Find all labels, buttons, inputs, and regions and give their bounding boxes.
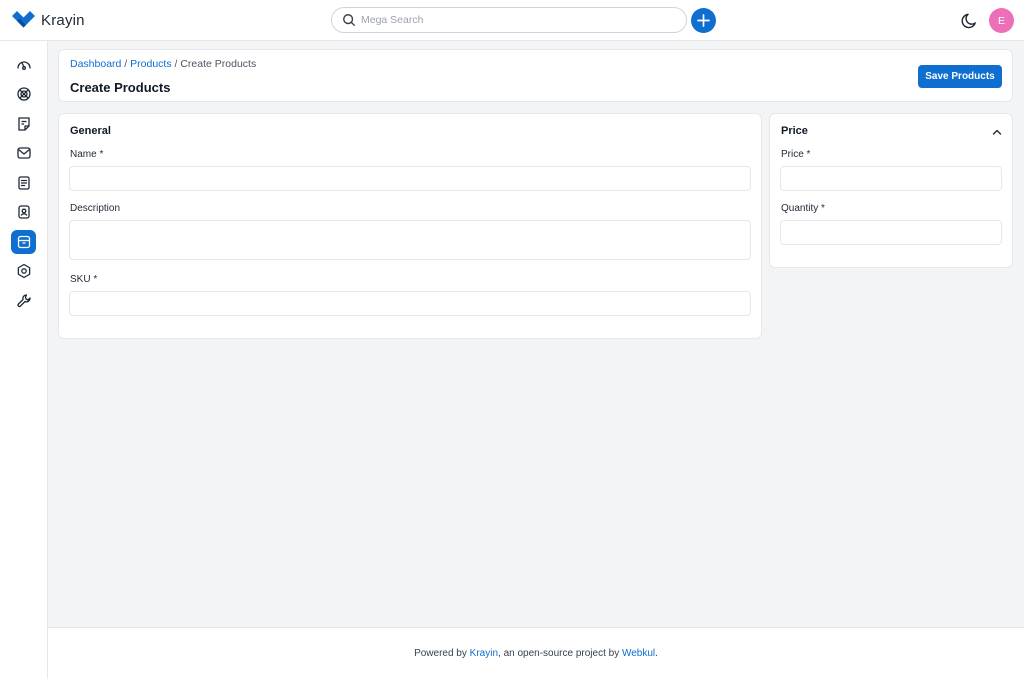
name-label: Name * [70, 149, 104, 160]
breadcrumb-separator: / [124, 58, 128, 70]
page-header: Dashboard / Products / Create Products C… [58, 49, 1013, 102]
footer: Powered by Krayin, an open-source projec… [48, 627, 1024, 679]
sidebar-item-mail[interactable] [11, 141, 36, 165]
sidebar-item-leads[interactable] [11, 82, 36, 106]
krayin-logo-icon [12, 11, 35, 28]
sidebar-item-quotes[interactable] [11, 112, 36, 136]
product-icon [17, 235, 30, 249]
sidebar [0, 41, 48, 679]
sidebar-item-dashboard[interactable] [11, 53, 36, 77]
search-icon [343, 14, 356, 27]
sidebar-item-products[interactable] [11, 230, 36, 254]
sku-label: SKU * [70, 274, 98, 285]
app-name: Krayin [41, 11, 85, 29]
activity-icon [17, 176, 30, 190]
quantity-label: Quantity * [781, 203, 825, 214]
breadcrumb-products[interactable]: Products [130, 58, 171, 70]
general-section-title: General [70, 125, 111, 137]
app-logo[interactable]: Krayin [12, 11, 85, 29]
quick-add-button[interactable] [691, 8, 716, 33]
wrench-icon [16, 294, 31, 308]
save-products-button[interactable]: Save Products [918, 65, 1002, 88]
sidebar-item-settings[interactable] [11, 259, 36, 283]
sku-input[interactable] [69, 291, 751, 316]
footer-suffix: . [655, 648, 658, 659]
price-section-title: Price [781, 125, 808, 137]
name-input[interactable] [69, 166, 751, 191]
gauge-icon [16, 61, 31, 70]
leads-icon [16, 87, 31, 101]
sidebar-item-configuration[interactable] [11, 289, 36, 313]
price-label: Price * [781, 149, 811, 160]
footer-webkul-link[interactable]: Webkul [622, 648, 655, 659]
user-avatar[interactable]: E [989, 8, 1014, 33]
top-bar: Krayin E [0, 0, 1024, 41]
description-label: Description [70, 203, 121, 214]
breadcrumb-separator: / [174, 58, 178, 70]
breadcrumb-current: Create Products [180, 58, 257, 70]
description-textarea[interactable] [69, 220, 751, 260]
page-title: Create Products [70, 80, 171, 95]
price-section: Price Price * Quantity * [769, 113, 1013, 268]
mail-icon [16, 147, 31, 159]
mega-search[interactable] [331, 7, 687, 33]
quote-icon [17, 117, 30, 131]
plus-icon [697, 14, 710, 27]
avatar-initial: E [997, 14, 1005, 27]
moon-icon[interactable] [961, 12, 978, 29]
footer-krayin-link[interactable]: Krayin [470, 648, 498, 659]
breadcrumb: Dashboard / Products / Create Products [70, 58, 256, 70]
footer-middle: , an open-source project by [498, 648, 620, 659]
footer-prefix: Powered by [414, 648, 467, 659]
sidebar-item-contacts[interactable] [11, 200, 36, 224]
gear-icon [17, 263, 30, 279]
chevron-up-icon[interactable] [991, 126, 1003, 138]
search-input[interactable] [361, 14, 661, 26]
price-input[interactable] [780, 166, 1002, 191]
sidebar-item-activities[interactable] [11, 171, 36, 195]
contact-icon [17, 205, 30, 219]
quantity-input[interactable] [780, 220, 1002, 245]
breadcrumb-dashboard[interactable]: Dashboard [70, 58, 121, 70]
general-section: General Name * Description SKU * [58, 113, 762, 339]
